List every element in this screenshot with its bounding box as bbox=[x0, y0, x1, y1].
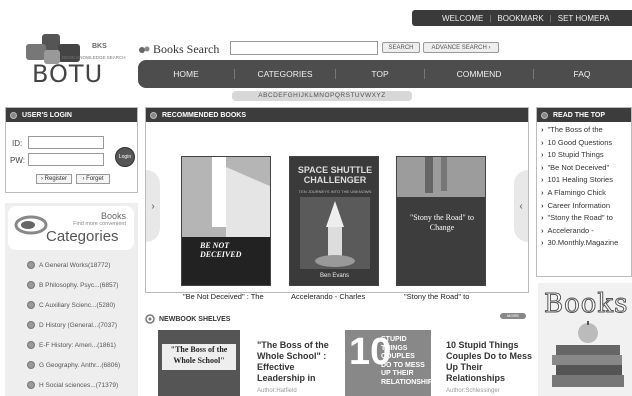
cover-title: "Stony the Road" to Change bbox=[409, 213, 475, 232]
top-book-link[interactable]: Accelerando - bbox=[541, 225, 631, 238]
logo-bks: BKS bbox=[92, 43, 107, 50]
nav-categories[interactable]: CATEGORIES bbox=[235, 69, 335, 79]
category-item[interactable]: H Social sciences...(71379) bbox=[5, 375, 138, 395]
shuttle-cover-art bbox=[300, 197, 370, 269]
new-book-author: Author:Schlessinger bbox=[446, 388, 500, 394]
categories-banner: Books Find more convenient Categories bbox=[8, 206, 134, 250]
category-item[interactable]: G Geography. Anthr...(6806) bbox=[5, 355, 138, 375]
id-label: ID: bbox=[12, 139, 23, 148]
read-top-header: READ THE TOP bbox=[537, 108, 631, 122]
category-bullet-icon bbox=[27, 381, 35, 389]
nav-commend[interactable]: COMMEND bbox=[425, 69, 533, 79]
alphabet-index[interactable]: ABCDEFGHIJKLMNOPQRSTUVWXYZ bbox=[232, 91, 412, 101]
set-homepage-link[interactable]: SET HOMEPA bbox=[558, 14, 610, 23]
categories-books-word: Books bbox=[100, 211, 126, 221]
category-item[interactable]: C Auxiliary Scienc...(5280) bbox=[5, 295, 138, 315]
welcome-link[interactable]: WELCOME bbox=[442, 14, 483, 23]
top-book-link[interactable]: "Be Not Deceived" bbox=[541, 162, 631, 175]
header-bullet-icon bbox=[10, 111, 17, 119]
newbook-header: NEWBOOK SHELVES bbox=[145, 313, 529, 325]
nav-home[interactable]: HOME bbox=[138, 69, 234, 79]
categories-subtitle: Find more convenient bbox=[73, 221, 126, 227]
pw-field[interactable] bbox=[28, 153, 104, 166]
new-book-title[interactable]: "The Boss of the Whole School" : Effecti… bbox=[257, 340, 341, 384]
new-book-title[interactable]: 10 Stupid Things Couples Do to Mess Up T… bbox=[446, 340, 532, 384]
books-ad-banner[interactable]: Books bbox=[538, 283, 632, 396]
book-caption[interactable]: "Be Not Deceived" : The bbox=[183, 292, 264, 301]
nav-faq[interactable]: FAQ bbox=[534, 69, 630, 79]
cover-title: BE NOT DECEIVED bbox=[200, 241, 242, 259]
separator: | bbox=[549, 13, 552, 23]
header-bullet-icon bbox=[150, 111, 157, 119]
cover-subtitle: TEN JOURNEYS INTO THE UNKNOWN bbox=[298, 189, 372, 194]
category-item[interactable]: D History (General...(7037) bbox=[5, 315, 138, 335]
main-nav: HOME CATEGORIES TOP COMMEND FAQ bbox=[138, 60, 632, 88]
category-bullet-icon bbox=[27, 341, 35, 349]
header-bullet-icon bbox=[541, 111, 548, 119]
category-item[interactable]: E-F History: Ameri...(1861) bbox=[5, 335, 138, 355]
category-item[interactable]: A General Works(18772) bbox=[5, 255, 138, 275]
cover-title: SPACE SHUTTLE CHALLENGER bbox=[297, 165, 373, 185]
carousel-next-icon[interactable]: › bbox=[146, 170, 160, 242]
categories-title: Categories bbox=[46, 228, 119, 245]
new-book-cover[interactable]: 10 STUPID THINGS COUPLES DO TO MESS UP T… bbox=[345, 330, 431, 396]
login-button[interactable]: Login bbox=[115, 147, 135, 167]
login-header: USER'S LOGIN bbox=[6, 108, 137, 122]
newbook-more-button[interactable]: MORE bbox=[500, 313, 526, 319]
search-label: Books Search bbox=[138, 42, 219, 57]
search-button[interactable]: SEARCH bbox=[382, 42, 420, 53]
read-top-list: "The Boss of the 10 Good Questions 10 St… bbox=[537, 122, 631, 250]
category-bullet-icon bbox=[27, 361, 35, 369]
carousel-prev-icon[interactable]: ‹ bbox=[514, 170, 528, 242]
top-book-link[interactable]: 30.Monthly.Magazine bbox=[541, 237, 631, 250]
top-book-link[interactable]: 10 Good Questions bbox=[541, 137, 631, 150]
top-book-link[interactable]: A Flamingo Chick bbox=[541, 187, 631, 200]
category-bullet-icon bbox=[27, 261, 35, 269]
top-book-link[interactable]: "Stony the Road" to bbox=[541, 212, 631, 225]
ad-word: Books bbox=[544, 289, 629, 320]
separator: | bbox=[489, 13, 492, 23]
top-book-link[interactable]: 10 Stupid Things bbox=[541, 149, 631, 162]
recommended-header: RECOMMENDED BOOKS bbox=[146, 108, 528, 122]
categories-panel: Books Find more convenient Categories A … bbox=[5, 203, 138, 396]
recommended-panel: RECOMMENDED BOOKS › ‹ BE NOT DECEIVED "B… bbox=[145, 107, 529, 301]
forget-button[interactable]: › Forget bbox=[76, 174, 110, 184]
category-item[interactable]: B Philosophy. Psyc...(6857) bbox=[5, 275, 138, 295]
categories-swirl-icon bbox=[14, 215, 48, 235]
book-stack-apple-icon bbox=[552, 321, 624, 387]
bookmark-link[interactable]: BOOKMARK bbox=[497, 14, 543, 23]
login-panel: USER'S LOGIN ID: PW: Login › Register › … bbox=[5, 107, 138, 193]
top-book-link[interactable]: "The Boss of the bbox=[541, 124, 631, 137]
search-input[interactable] bbox=[230, 41, 378, 55]
category-bullet-icon bbox=[27, 321, 35, 329]
register-button[interactable]: › Register bbox=[36, 174, 72, 184]
cover-author: Ben Evans bbox=[320, 273, 350, 279]
id-field[interactable] bbox=[28, 136, 104, 149]
recommended-carousel: › ‹ BE NOT DECEIVED "Be Not Deceived" : … bbox=[146, 122, 528, 301]
top-book-link[interactable]: Career Information bbox=[541, 200, 631, 213]
category-list: A General Works(18772) B Philosophy. Psy… bbox=[5, 255, 138, 395]
nav-top[interactable]: TOP bbox=[336, 69, 424, 79]
logo-word: BOTU bbox=[32, 60, 104, 88]
pw-label: PW: bbox=[10, 156, 25, 165]
book-cover[interactable]: "Stony the Road" to Change bbox=[396, 156, 486, 286]
book-cover[interactable]: BE NOT DECEIVED bbox=[181, 156, 271, 286]
read-top-panel: READ THE TOP "The Boss of the 10 Good Qu… bbox=[536, 107, 632, 277]
church-cover-art bbox=[182, 157, 270, 285]
book-cover[interactable]: SPACE SHUTTLE CHALLENGER TEN JOURNEYS IN… bbox=[289, 156, 379, 286]
category-bullet-icon bbox=[27, 281, 35, 289]
site-logo[interactable]: BKS BOOK KNOWLEDGE SEARCH BOTU bbox=[10, 30, 135, 90]
cover-title: "The Boss of the Whole School" bbox=[162, 344, 236, 370]
book-caption[interactable]: "Stony the Road" to bbox=[404, 292, 469, 301]
new-book-cover[interactable]: "The Boss of the Whole School" bbox=[158, 330, 240, 396]
new-book-author: Author:Hatfield bbox=[257, 388, 297, 394]
book-caption[interactable]: Accelerando - Charles bbox=[291, 292, 365, 301]
advanced-search-button[interactable]: ADVANCE SEARCH › bbox=[423, 42, 499, 53]
top-book-link[interactable]: 101 Healing Stories bbox=[541, 174, 631, 187]
top-utility-bar: WELCOME | BOOKMARK | SET HOMEPA bbox=[412, 10, 632, 26]
newbook-icon bbox=[145, 314, 155, 324]
category-bullet-icon bbox=[27, 301, 35, 309]
books-search-icon bbox=[139, 46, 150, 53]
cover-words: STUPID THINGS COUPLES DO TO MESS UP THEI… bbox=[381, 336, 431, 386]
